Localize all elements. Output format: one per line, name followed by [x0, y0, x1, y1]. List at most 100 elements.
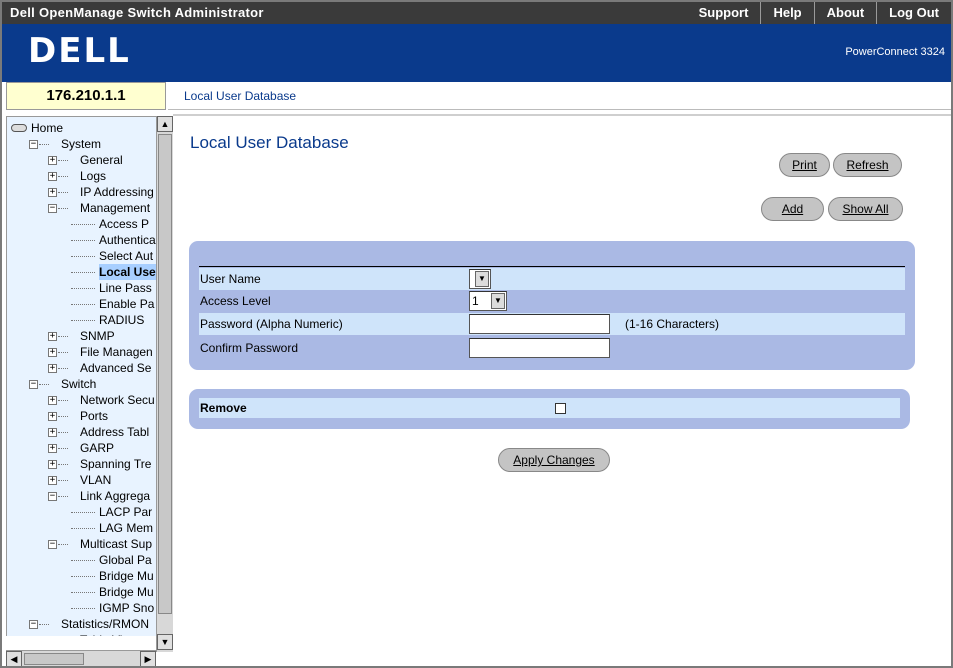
- tree-item[interactable]: IGMP Sno: [99, 600, 154, 616]
- remove-checkbox[interactable]: [555, 403, 566, 414]
- show-all-button[interactable]: Show All: [828, 197, 903, 221]
- tree-item[interactable]: LACP Par: [99, 504, 152, 520]
- logout-link[interactable]: Log Out: [876, 2, 951, 24]
- tree-item[interactable]: Bridge Mu: [99, 568, 154, 584]
- refresh-button[interactable]: Refresh: [833, 153, 902, 177]
- tree-item-label: Switch: [61, 377, 97, 391]
- tree-connector: [58, 208, 68, 209]
- confirm-password-input[interactable]: [469, 338, 610, 358]
- tree-item[interactable]: Access P: [99, 216, 149, 232]
- tree-item[interactable]: Select Aut: [99, 248, 153, 264]
- collapse-icon[interactable]: −: [48, 204, 57, 213]
- expand-icon[interactable]: +: [48, 476, 57, 485]
- expand-icon[interactable]: +: [48, 412, 57, 421]
- tree-item[interactable]: Line Pass: [99, 280, 152, 296]
- tree-item-label: Home: [31, 121, 64, 135]
- tree-connector: [58, 336, 68, 337]
- expand-icon[interactable]: +: [48, 188, 57, 197]
- tree-item[interactable]: Advanced Se: [80, 360, 151, 376]
- remove-panel: Remove: [189, 389, 910, 429]
- print-button[interactable]: Print: [779, 153, 830, 177]
- user-name-label: User Name: [200, 272, 261, 286]
- tree-item[interactable]: General: [80, 152, 123, 168]
- tree-item-label: Table Views: [80, 633, 144, 636]
- tree-item[interactable]: Statistics/RMON: [61, 616, 149, 632]
- tree-item[interactable]: Bridge Mu: [99, 584, 154, 600]
- tree-connector: [39, 384, 49, 385]
- tree-item-label: General: [80, 153, 123, 167]
- collapse-icon[interactable]: −: [29, 620, 38, 629]
- scroll-left-icon[interactable]: ◀: [6, 651, 22, 666]
- tree-item[interactable]: LAG Mem: [99, 520, 153, 536]
- scroll-up-icon[interactable]: ▲: [157, 116, 173, 132]
- scroll-thumb[interactable]: [158, 134, 172, 614]
- expand-icon[interactable]: +: [48, 428, 57, 437]
- password-hint: (1-16 Characters): [625, 317, 720, 331]
- tree-item-label: SNMP: [80, 329, 115, 343]
- tree-item[interactable]: IP Addressing: [80, 184, 154, 200]
- tree-item[interactable]: Spanning Tre: [80, 456, 151, 472]
- tree-item[interactable]: Home: [11, 120, 64, 136]
- tree-item[interactable]: VLAN: [80, 472, 111, 488]
- collapse-icon[interactable]: −: [29, 140, 38, 149]
- add-button[interactable]: Add: [761, 197, 824, 221]
- tree-item-label: Link Aggrega: [80, 489, 151, 503]
- scroll-right-icon[interactable]: ▶: [140, 651, 156, 666]
- password-input[interactable]: [469, 314, 610, 334]
- expand-icon[interactable]: +: [48, 348, 57, 357]
- access-level-value: 1: [472, 294, 479, 308]
- tree-item[interactable]: File Managen: [80, 344, 153, 360]
- about-link[interactable]: About: [813, 2, 877, 24]
- tree-connector: [71, 320, 95, 321]
- access-level-row: Access Level 1 ▼: [199, 290, 905, 312]
- chevron-down-icon[interactable]: ▼: [491, 293, 505, 309]
- collapse-icon[interactable]: −: [48, 540, 57, 549]
- access-level-label: Access Level: [200, 294, 271, 308]
- expand-icon[interactable]: +: [48, 364, 57, 373]
- chevron-down-icon[interactable]: ▼: [475, 271, 489, 287]
- tree-horizontal-scrollbar[interactable]: ◀ ▶: [6, 650, 156, 666]
- tree-item[interactable]: Address Tabl: [80, 424, 149, 440]
- breadcrumb-bar: Local User Database: [168, 82, 951, 110]
- collapse-icon[interactable]: −: [48, 492, 57, 501]
- tree-item[interactable]: Local Use: [99, 264, 156, 280]
- tree-item[interactable]: RADIUS: [99, 312, 144, 328]
- breadcrumb[interactable]: Local User Database: [184, 89, 296, 103]
- tree-item-label: Local Use: [99, 265, 156, 279]
- tree-item[interactable]: Enable Pa: [99, 296, 154, 312]
- tree-item[interactable]: SNMP: [80, 328, 115, 344]
- tree-item[interactable]: Link Aggrega: [80, 488, 150, 504]
- tree-item[interactable]: Global Pa: [99, 552, 152, 568]
- help-link[interactable]: Help: [760, 2, 813, 24]
- tree-vertical-scrollbar[interactable]: ▲ ▼: [156, 116, 173, 652]
- user-name-select[interactable]: ▼: [469, 269, 491, 289]
- expand-icon[interactable]: +: [48, 396, 57, 405]
- tree-item-label: GARP: [80, 441, 115, 455]
- tree-item[interactable]: Ports: [80, 408, 108, 424]
- expand-icon[interactable]: +: [48, 444, 57, 453]
- collapse-icon[interactable]: −: [29, 380, 38, 389]
- apply-changes-button[interactable]: Apply Changes: [498, 448, 610, 472]
- access-level-select[interactable]: 1 ▼: [469, 291, 507, 311]
- tree-connector: [71, 560, 95, 561]
- remove-row: Remove: [199, 398, 900, 418]
- expand-icon[interactable]: +: [48, 460, 57, 469]
- tree-item-label: LACP Par: [99, 505, 153, 519]
- tree-item[interactable]: Management: [80, 200, 150, 216]
- tree-item[interactable]: GARP: [80, 440, 114, 456]
- tree-item[interactable]: Authentica: [99, 232, 156, 248]
- expand-icon[interactable]: +: [48, 332, 57, 341]
- tree-connector: [58, 176, 68, 177]
- tree-item[interactable]: System: [61, 136, 101, 152]
- top-links: Support Help About Log Out: [687, 2, 951, 24]
- expand-icon[interactable]: +: [48, 156, 57, 165]
- tree-item[interactable]: Switch: [61, 376, 96, 392]
- tree-item[interactable]: Network Secu: [80, 392, 155, 408]
- scroll-down-icon[interactable]: ▼: [157, 634, 173, 650]
- support-link[interactable]: Support: [687, 2, 761, 24]
- tree-item[interactable]: Table Views: [80, 632, 144, 636]
- tree-item[interactable]: Logs: [80, 168, 106, 184]
- expand-icon[interactable]: +: [48, 172, 57, 181]
- tree-item[interactable]: Multicast Sup: [80, 536, 152, 552]
- hscroll-thumb[interactable]: [24, 653, 84, 665]
